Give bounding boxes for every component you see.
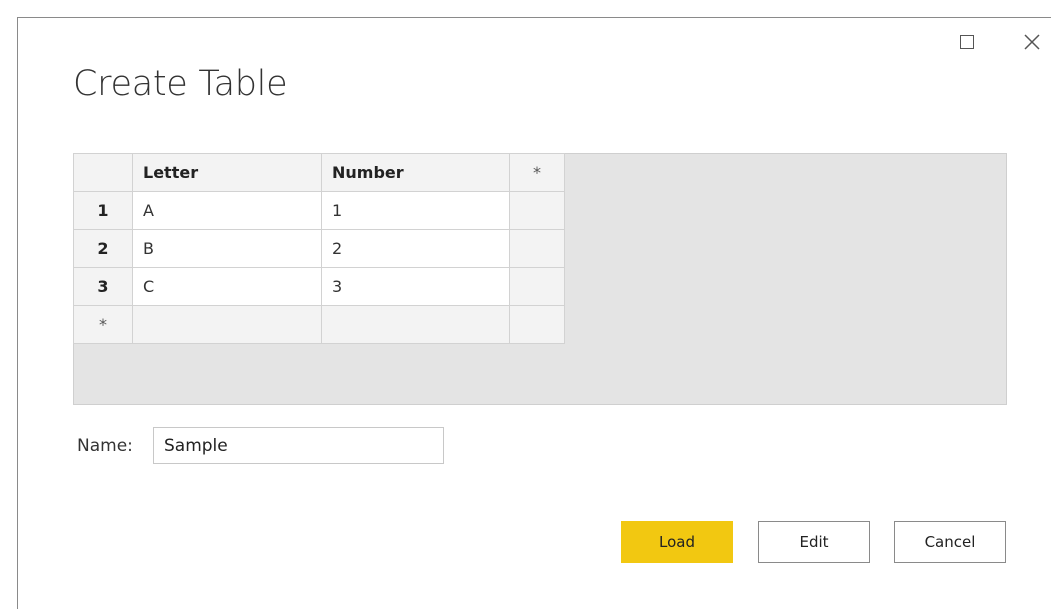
new-row-cell[interactable] — [321, 305, 510, 344]
table-cell[interactable]: B — [132, 229, 322, 268]
maximize-button[interactable] — [953, 28, 981, 56]
name-input[interactable] — [153, 427, 444, 464]
column-header-letter[interactable]: Letter — [132, 153, 322, 192]
table-cell[interactable]: 2 — [321, 229, 510, 268]
new-column-cell[interactable] — [509, 267, 565, 306]
edit-button[interactable]: Edit — [758, 521, 870, 563]
table-row: 3 C 3 — [73, 267, 565, 306]
table-corner-cell[interactable] — [73, 153, 133, 192]
table-row: 1 A 1 — [73, 191, 565, 230]
dialog-title: Create Table — [73, 64, 288, 104]
maximize-icon — [960, 35, 974, 49]
table-cell[interactable]: 1 — [321, 191, 510, 230]
add-row-button[interactable]: * — [73, 305, 133, 344]
table-cell[interactable]: C — [132, 267, 322, 306]
row-header[interactable]: 1 — [73, 191, 133, 230]
add-column-button[interactable]: * — [509, 153, 565, 192]
new-row-cell[interactable] — [509, 305, 565, 344]
name-label: Name: — [77, 436, 133, 456]
close-icon — [1024, 34, 1040, 50]
create-table-dialog: Create Table Letter Number * 1 A 1 2 B 2 — [0, 0, 1051, 609]
table-row: 2 B 2 — [73, 229, 565, 268]
table-header-row: Letter Number * — [73, 153, 565, 192]
table-cell[interactable]: 3 — [321, 267, 510, 306]
new-row-cell[interactable] — [132, 305, 322, 344]
dialog-border-left — [17, 17, 18, 609]
dialog-border-top — [17, 17, 1051, 18]
new-column-cell[interactable] — [509, 191, 565, 230]
row-header[interactable]: 2 — [73, 229, 133, 268]
table-cell[interactable]: A — [132, 191, 322, 230]
row-header[interactable]: 3 — [73, 267, 133, 306]
column-header-number[interactable]: Number — [321, 153, 510, 192]
add-row: * — [73, 305, 565, 344]
data-table: Letter Number * 1 A 1 2 B 2 3 C 3 * — [73, 153, 565, 344]
new-column-cell[interactable] — [509, 229, 565, 268]
close-button[interactable] — [1018, 28, 1046, 56]
load-button[interactable]: Load — [621, 521, 733, 563]
cancel-button[interactable]: Cancel — [894, 521, 1006, 563]
